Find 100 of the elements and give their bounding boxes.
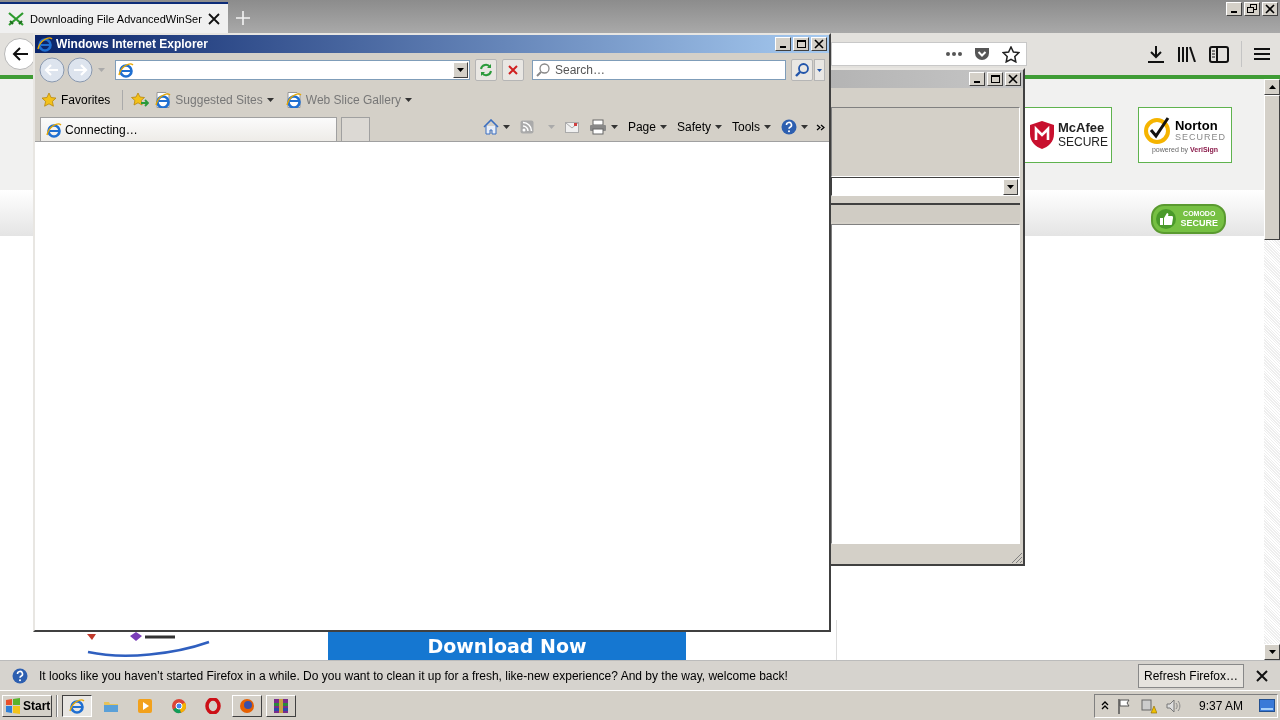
help-icon [12, 667, 28, 684]
media-player-icon [137, 697, 153, 714]
badge-title: McAfee [1058, 120, 1106, 135]
minimize-button[interactable] [1226, 2, 1242, 16]
caret-icon [659, 125, 667, 129]
maximize-button[interactable] [987, 72, 1003, 86]
maximize-button[interactable] [793, 37, 809, 51]
checkmark-icon [1144, 116, 1172, 144]
close-button[interactable] [811, 37, 827, 51]
chevron-up-icon[interactable] [1100, 701, 1109, 710]
stop-button[interactable] [502, 59, 524, 81]
search-options-button[interactable] [814, 59, 825, 81]
close-icon [1008, 74, 1018, 84]
mail-button[interactable] [562, 121, 581, 133]
minimize-icon [1231, 11, 1237, 13]
dropdown-field[interactable] [831, 177, 1020, 196]
scroll-thumb[interactable] [1264, 95, 1280, 240]
download-icon[interactable] [1147, 45, 1165, 63]
caret-icon [266, 98, 274, 102]
close-button[interactable] [1262, 2, 1278, 16]
refresh-button[interactable]: Refresh Firefox… [1137, 663, 1244, 688]
printer-icon [588, 119, 607, 135]
chrome-icon [171, 697, 187, 714]
taskbar-button[interactable] [62, 694, 92, 717]
help-icon [781, 119, 797, 135]
search-field[interactable]: Search… [532, 60, 786, 80]
firefox-icon [239, 697, 255, 714]
chevron-right-icon[interactable] [816, 123, 825, 131]
browser-tab[interactable]: Downloading File AdvancedWinSer [0, 2, 228, 33]
refresh-icon [479, 63, 493, 77]
library-icon[interactable] [1177, 46, 1197, 62]
browser-tab[interactable]: Connecting… [40, 117, 337, 141]
mail-icon [564, 121, 579, 133]
up-arrow-icon [1268, 85, 1276, 89]
resize-grip-icon[interactable] [1011, 552, 1023, 564]
swords-icon [8, 11, 24, 26]
maximize-icon [796, 39, 806, 49]
pocket-icon[interactable] [974, 46, 990, 62]
menu-button[interactable]: Tools [730, 120, 773, 134]
minimize-button[interactable] [775, 37, 791, 51]
speaker-icon[interactable] [1164, 697, 1181, 714]
caret-icon [715, 125, 722, 129]
caret-icon [817, 68, 822, 72]
thumbs-up-icon [1155, 208, 1178, 230]
caret-icon [457, 68, 464, 72]
ie-icon [69, 697, 85, 714]
start-button[interactable]: Start [2, 694, 52, 717]
menu-button[interactable]: Page [625, 120, 669, 134]
refresh-button[interactable] [475, 59, 497, 81]
windows-flag-icon [5, 697, 21, 714]
menu-icon[interactable] [1254, 47, 1270, 61]
badge-title: Norton [1175, 118, 1219, 132]
favorites-button[interactable]: Favorites [41, 92, 115, 108]
shield-icon [1029, 119, 1055, 150]
download-button[interactable]: Download Now [328, 632, 686, 660]
search-icon [536, 63, 550, 77]
ie-icon [46, 121, 62, 138]
close-icon[interactable] [1256, 669, 1268, 682]
feed-icon [519, 120, 534, 134]
badge-subtitle: SECURE [1058, 135, 1108, 149]
caret-icon [404, 98, 412, 102]
back-arrow-icon [11, 46, 29, 62]
down-arrow-icon [1268, 650, 1276, 654]
address-field[interactable] [831, 42, 1027, 66]
minimize-icon [780, 46, 786, 48]
page-icon [155, 92, 172, 108]
stop-icon [507, 64, 519, 76]
dropdown-button[interactable] [453, 62, 468, 78]
tab-title: Downloading File AdvancedWinSer [30, 12, 202, 25]
minimize-icon [974, 81, 980, 83]
scroll-up-button[interactable] [1264, 79, 1280, 95]
star-icon[interactable] [1002, 45, 1020, 63]
minimize-button[interactable] [969, 72, 985, 86]
more-icon[interactable] [946, 52, 962, 56]
notification-message: It looks like you haven’t started Firefox in a while. Do you want to clean it up for a fresh, like-new experience? And by the way, welcome back! [39, 668, 788, 683]
search-icon [795, 63, 809, 77]
show-desktop-icon[interactable] [1259, 698, 1275, 713]
window-title: Windows Internet Explorer [56, 37, 208, 51]
caret-icon [610, 125, 618, 129]
opera-icon [205, 697, 221, 714]
ie-icon [37, 36, 53, 52]
close-button[interactable] [1005, 72, 1021, 86]
address-field[interactable] [115, 60, 470, 80]
menu-button[interactable]: Safety [674, 120, 724, 134]
close-icon [814, 39, 824, 49]
flag-icon[interactable] [1116, 697, 1133, 714]
restore-button[interactable] [1244, 2, 1260, 16]
back-button[interactable] [4, 38, 36, 70]
search-button[interactable] [791, 59, 813, 81]
clock: 9:37 AM [1198, 698, 1243, 713]
scroll-down-button[interactable] [1264, 644, 1280, 660]
home-icon [482, 119, 499, 135]
caret-icon [764, 125, 771, 129]
close-icon [1265, 4, 1275, 14]
caret-icon [502, 125, 510, 129]
sidebar-icon[interactable] [1209, 45, 1229, 63]
caret-icon [801, 125, 808, 129]
help-button[interactable] [779, 119, 810, 135]
ie-icon [118, 62, 134, 78]
close-icon[interactable] [207, 12, 220, 25]
